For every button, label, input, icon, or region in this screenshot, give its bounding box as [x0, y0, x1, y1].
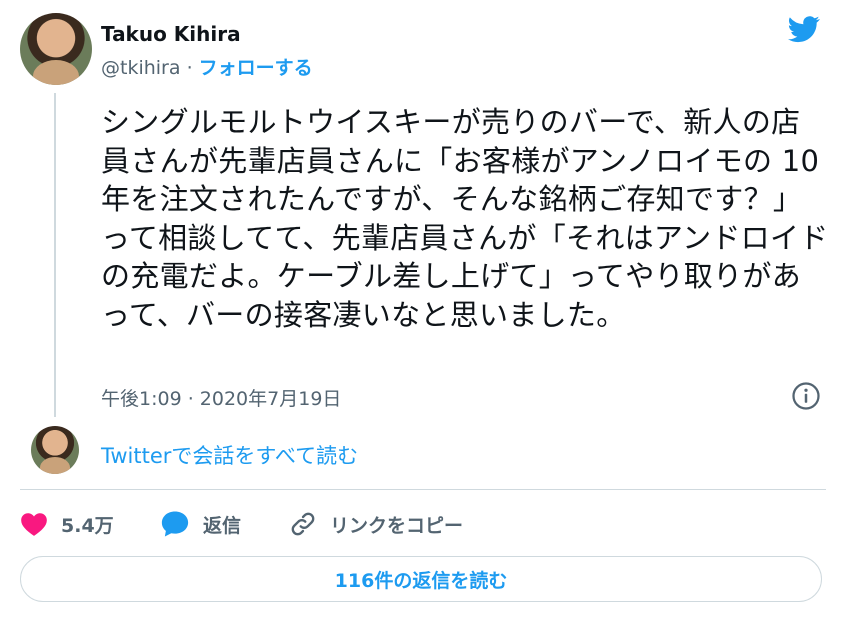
thread-line [54, 93, 56, 417]
heart-icon [21, 513, 47, 536]
author-avatar[interactable] [20, 13, 92, 85]
read-conversation-link[interactable]: Twitterで会話をすべて読む [101, 440, 358, 470]
tweet-text: シングルモルトウイスキーが売りのバーで、新人の店員さんが先輩店員さんに「お客様が… [101, 105, 829, 332]
reply-label: 返信 [203, 514, 242, 537]
divider [20, 489, 826, 490]
copy-link-button[interactable]: リンクをコピー [289, 505, 463, 543]
speech-bubble-icon [161, 511, 189, 537]
tweet-timestamp[interactable]: 午後1:09 · 2020年7月19日 [101, 384, 341, 411]
author-name[interactable]: Takuo Kihira [101, 22, 241, 46]
author-handle-row: @tkihira · フォローする [101, 53, 313, 80]
reply-button[interactable]: 返信 [160, 505, 241, 543]
conversation-avatar[interactable] [31, 426, 79, 474]
link-icon [291, 512, 315, 536]
read-replies-label: 116件の返信を読む [334, 569, 508, 592]
like-button[interactable]: 5.4万 [20, 505, 114, 543]
follow-button[interactable]: フォローする [199, 57, 313, 79]
read-replies-button[interactable]: 116件の返信を読む [20, 556, 822, 602]
handle-separator: · [186, 57, 193, 79]
like-count: 5.4万 [61, 514, 114, 537]
copy-link-label: リンクをコピー [330, 514, 464, 537]
info-icon[interactable] [791, 381, 821, 411]
twitter-bird-icon[interactable] [786, 13, 822, 45]
author-handle[interactable]: @tkihira [101, 57, 181, 79]
